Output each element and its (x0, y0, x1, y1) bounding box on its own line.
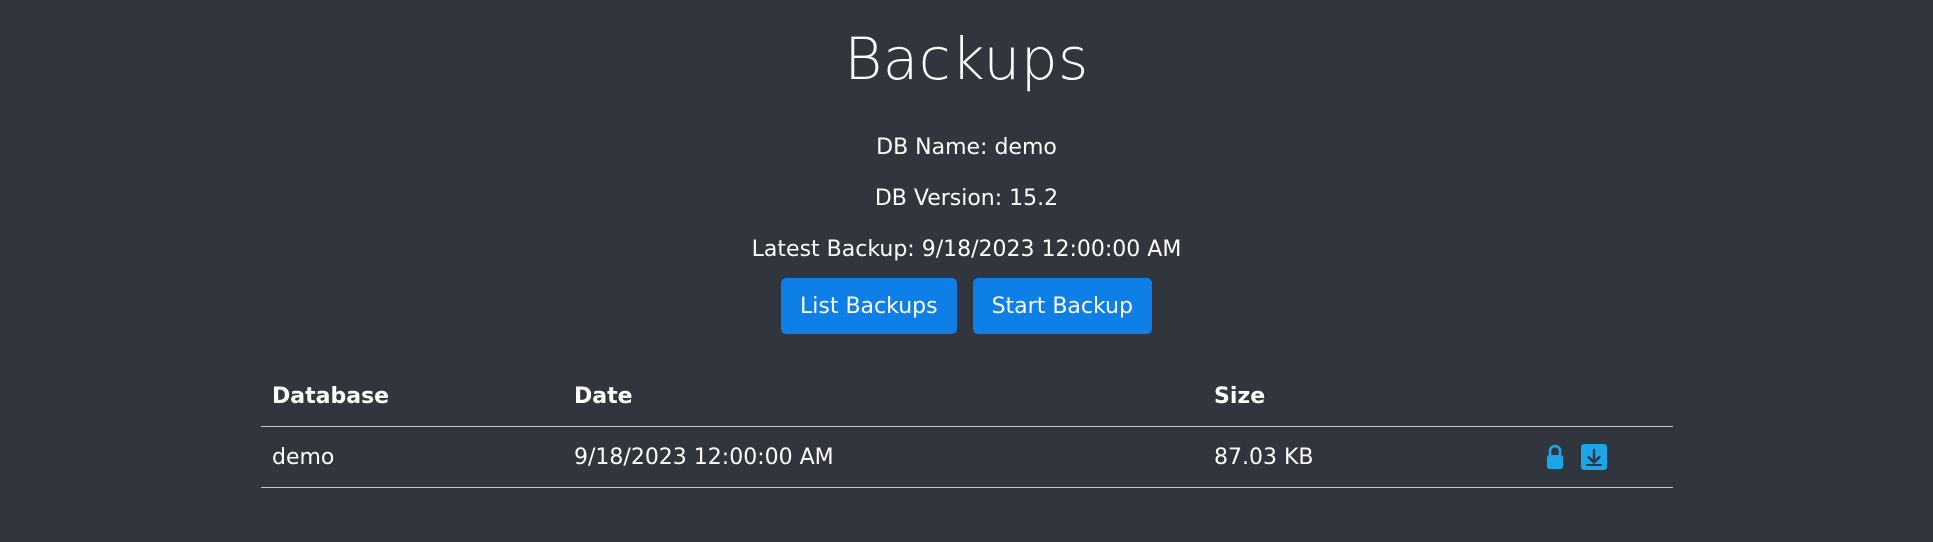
cell-actions (1525, 426, 1673, 488)
table-header: Database Date Size (261, 366, 1673, 427)
list-backups-button[interactable]: List Backups (781, 278, 957, 334)
table-header-row: Database Date Size (261, 366, 1673, 427)
table-body: demo 9/18/2023 12:00:00 AM 87.03 KB (261, 426, 1673, 488)
column-header-actions (1525, 366, 1673, 427)
db-name-text: DB Name: demo (876, 135, 1057, 160)
db-version-text: DB Version: 15.2 (874, 186, 1059, 211)
page-title: Backups (844, 25, 1089, 93)
action-button-row: List Backups Start Backup (0, 278, 1933, 334)
table-row: demo 9/18/2023 12:00:00 AM 87.03 KB (261, 426, 1673, 488)
column-header-date: Date (563, 366, 1203, 427)
start-backup-button[interactable]: Start Backup (972, 278, 1152, 334)
column-header-database: Database (261, 366, 563, 427)
backups-table: Database Date Size demo 9/18/2023 12:00:… (261, 366, 1673, 488)
cell-size: 87.03 KB (1203, 426, 1525, 488)
cell-date: 9/18/2023 12:00:00 AM (563, 426, 1203, 488)
column-header-size: Size (1203, 366, 1525, 427)
lock-icon[interactable] (1546, 444, 1564, 470)
cell-database: demo (261, 426, 563, 488)
download-icon[interactable] (1581, 444, 1607, 470)
latest-backup-text: Latest Backup: 9/18/2023 12:00:00 AM (751, 237, 1182, 262)
backups-page: Backups DB Name: demo DB Version: 15.2 L… (0, 0, 1933, 542)
